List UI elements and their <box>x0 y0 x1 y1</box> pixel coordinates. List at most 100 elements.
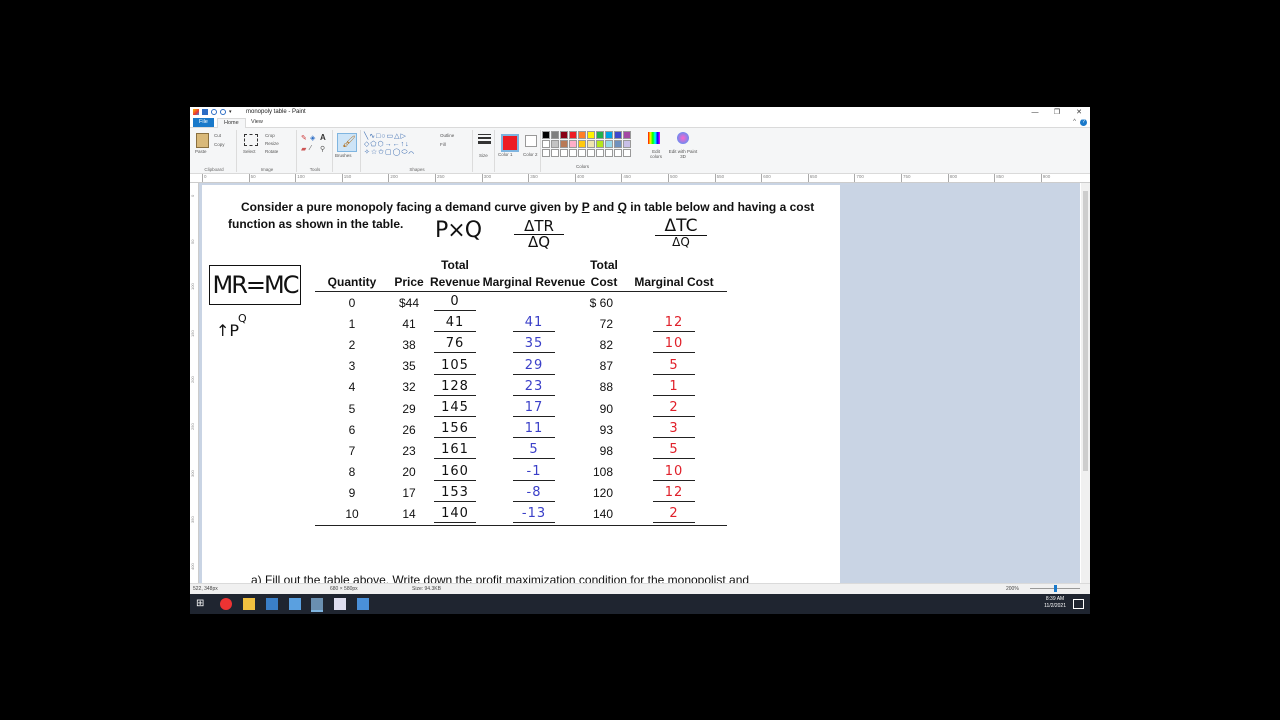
color-picker-icon[interactable]: ⁄ <box>310 145 311 152</box>
dtr-numerator: ΔTR <box>524 217 554 235</box>
palette-swatch[interactable] <box>587 149 595 157</box>
outline-dropdown[interactable]: Outline <box>440 133 454 138</box>
palette-swatch[interactable] <box>596 131 604 139</box>
palette-swatch[interactable] <box>596 140 604 148</box>
cell-quantity: 10 <box>315 503 389 527</box>
palette-swatch[interactable] <box>551 140 559 148</box>
close-button[interactable]: ✕ <box>1068 107 1090 118</box>
paste-icon[interactable] <box>196 133 209 148</box>
tools-label: Tools <box>309 167 321 172</box>
zoom-slider-thumb[interactable] <box>1054 585 1057 592</box>
palette-swatch[interactable] <box>623 131 631 139</box>
copy-button[interactable]: Copy <box>214 142 225 147</box>
pencil-icon[interactable]: ✎ <box>301 134 307 142</box>
cell-total-cost: 98 <box>599 443 613 458</box>
cell-quantity: 5 <box>348 401 356 416</box>
palette-swatch[interactable] <box>605 131 613 139</box>
cell-quantity: 9 <box>348 486 356 501</box>
edit-paint3d-button[interactable]: Edit with Paint 3D <box>668 149 698 159</box>
eraser-icon[interactable]: ▰ <box>301 145 306 153</box>
palette-swatch[interactable] <box>551 131 559 139</box>
app-icon-2[interactable] <box>289 598 301 610</box>
handwritten-value: 5 <box>653 442 695 460</box>
palette-swatch[interactable] <box>605 140 613 148</box>
brave-browser-icon[interactable] <box>220 598 232 610</box>
save-icon[interactable] <box>202 109 208 115</box>
handwritten-value: 161 <box>434 442 476 460</box>
cell-total-cost: $ 60 <box>589 295 613 310</box>
brushes-button[interactable]: 🖌 <box>337 133 357 152</box>
handwritten-value: 10 <box>653 336 695 354</box>
file-explorer-icon[interactable] <box>243 598 255 610</box>
ruler-tick-label: 400 <box>190 563 195 570</box>
text-icon[interactable]: A <box>320 133 326 142</box>
minimize-button[interactable]: — <box>1024 107 1046 118</box>
palette-swatch[interactable] <box>542 131 550 139</box>
edit-colors-icon[interactable] <box>648 132 660 144</box>
cell-quantity: 6 <box>348 422 356 437</box>
palette-swatch[interactable] <box>596 149 604 157</box>
palette-swatch[interactable] <box>560 149 568 157</box>
handwritten-value: 23 <box>513 379 555 396</box>
resize-button[interactable]: Resize <box>265 141 279 146</box>
select-icon[interactable] <box>244 134 258 146</box>
zoom-level: 200% <box>1006 586 1019 592</box>
tab-file[interactable]: File <box>193 118 214 127</box>
color2-swatch[interactable] <box>525 135 537 147</box>
palette-swatch[interactable] <box>578 149 586 157</box>
paint3d-icon[interactable] <box>677 132 689 144</box>
notification-icon[interactable] <box>1073 599 1084 609</box>
palette-swatch[interactable] <box>569 131 577 139</box>
handwritten-value: 105 <box>434 358 476 375</box>
rotate-button[interactable]: Rotate <box>265 149 278 154</box>
palette-swatch[interactable] <box>569 140 577 148</box>
fill-dropdown[interactable]: Fill <box>440 142 446 147</box>
cut-button[interactable]: Cut <box>214 133 221 138</box>
app-icon-4[interactable] <box>357 598 369 610</box>
palette-swatch[interactable] <box>605 149 613 157</box>
palette-swatch[interactable] <box>560 131 568 139</box>
line-size-icon[interactable] <box>478 134 491 147</box>
zoom-slider[interactable] <box>1030 585 1080 592</box>
color1-swatch[interactable] <box>501 134 519 152</box>
problem-statement: Consider a pure monopoly facing a demand… <box>228 199 831 231</box>
maximize-button[interactable]: ❐ <box>1046 107 1068 118</box>
ruler-tick-label: 50 <box>190 239 195 244</box>
undo-icon[interactable] <box>211 109 217 115</box>
vertical-scrollbar[interactable] <box>1081 183 1090 583</box>
palette-swatch[interactable] <box>578 140 586 148</box>
tab-home[interactable]: Home <box>217 118 246 128</box>
palette-swatch[interactable] <box>569 149 577 157</box>
palette-swatch[interactable] <box>560 140 568 148</box>
handwritten-value: -8 <box>513 485 555 502</box>
system-clock[interactable]: 8:39 AM 11/2/2021 <box>1044 596 1066 610</box>
app-icon-1[interactable] <box>266 598 278 610</box>
palette-swatch[interactable] <box>614 131 622 139</box>
app-icon-3[interactable] <box>334 598 346 610</box>
customize-dropdown-icon[interactable]: ▾ <box>229 109 235 115</box>
collapse-ribbon-icon[interactable]: ^ <box>1073 119 1076 125</box>
palette-swatch[interactable] <box>551 149 559 157</box>
palette-swatch[interactable] <box>578 131 586 139</box>
shapes-gallery[interactable]: ╲∿□○▭△▷ ◇⬠⬡→←↑↓ ✧☆✩▢◯⬭⌒ <box>364 133 434 157</box>
crop-button[interactable]: Crop <box>265 133 275 138</box>
palette-swatch[interactable] <box>587 131 595 139</box>
palette-swatch[interactable] <box>614 140 622 148</box>
tab-view[interactable]: View <box>245 118 269 127</box>
fill-icon[interactable]: ◈ <box>310 134 315 142</box>
drawing-canvas[interactable]: Consider a pure monopoly facing a demand… <box>202 185 840 583</box>
paint-taskbar-icon[interactable] <box>311 598 323 612</box>
palette-swatch[interactable] <box>542 140 550 148</box>
edit-colors-button[interactable]: Edit colors <box>646 149 666 159</box>
palette-swatch[interactable] <box>623 149 631 157</box>
help-button[interactable]: ? <box>1080 119 1087 126</box>
palette-swatch[interactable] <box>542 149 550 157</box>
palette-swatch[interactable] <box>623 140 631 148</box>
palette-swatch[interactable] <box>614 149 622 157</box>
intro-text-part1: Consider a pure monopoly facing a demand… <box>241 200 582 214</box>
redo-icon[interactable] <box>220 109 226 115</box>
palette-swatch[interactable] <box>587 140 595 148</box>
scrollbar-thumb[interactable] <box>1083 191 1088 471</box>
magnifier-icon[interactable]: ⚲ <box>320 145 325 153</box>
start-button[interactable]: ⊞ <box>196 598 208 610</box>
